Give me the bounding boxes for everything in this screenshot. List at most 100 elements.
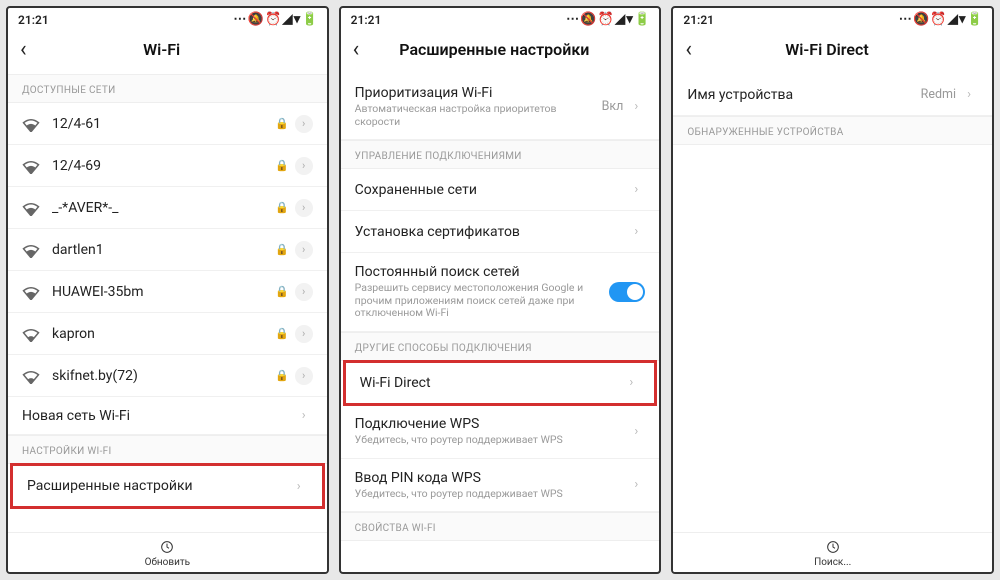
wifi-name: 12/4-61	[52, 116, 275, 132]
row-label: Имя устройства	[687, 87, 920, 103]
lock-icon: 🔒	[275, 327, 289, 340]
content-area: Имя устройства Redmi › ОБНАРУЖЕННЫЕ УСТР…	[673, 74, 992, 532]
wifi-signal-icon	[22, 117, 40, 131]
device-name-value: Redmi	[921, 87, 956, 102]
status-time: 21:21	[351, 13, 382, 27]
footer-label: Обновить	[145, 557, 191, 568]
row-label: Подключение WPS	[355, 416, 628, 432]
status-icons: ⋯ 🔕 ⏰ ◢ ▾ 🔋	[566, 12, 649, 27]
wifi-name: HUAWEI-35bm	[52, 284, 275, 300]
section-wifi-properties: СВОЙСТВА WI-FI	[341, 512, 660, 541]
row-subtitle: Убедитесь, что роутер поддерживает WPS	[355, 434, 628, 447]
wifi-network-row[interactable]: 12/4-61 🔒›	[8, 103, 327, 145]
back-icon[interactable]: ‹	[685, 37, 700, 62]
wifi-network-row[interactable]: kapron 🔒 ›	[8, 313, 327, 355]
row-label: Ввод PIN кода WPS	[355, 470, 628, 486]
status-bar: 21:21 ⋯ 🔕 ⏰ ◢ ▾ 🔋	[341, 8, 660, 29]
chevron-right-icon: ›	[622, 374, 640, 392]
phone-screen-wifi: 21:21 ⋯ 🔕 ⏰ ◢ ▾ 🔋 ‹ Wi-Fi ДОСТУПНЫЕ СЕТИ…	[6, 6, 329, 574]
back-icon[interactable]: ‹	[20, 37, 35, 62]
status-bar: 21:21 ⋯ 🔕 ⏰ ◢ ▾ 🔋	[8, 8, 327, 29]
advanced-settings-row[interactable]: Расширенные настройки ›	[10, 463, 325, 509]
lock-icon: 🔒	[275, 117, 289, 130]
wifi-direct-row[interactable]: Wi-Fi Direct ›	[343, 360, 658, 406]
row-label: Новая сеть Wi-Fi	[22, 408, 295, 424]
saved-networks-row[interactable]: Сохраненные сети ›	[341, 169, 660, 211]
wifi-name: dartlen1	[52, 242, 275, 258]
page-title: Wi-Fi	[35, 40, 289, 59]
back-icon[interactable]: ‹	[353, 37, 368, 62]
section-available-networks: ДОСТУПНЫЕ СЕТИ	[8, 74, 327, 103]
content-area: Приоритизация Wi-Fi Автоматическая настр…	[341, 74, 660, 572]
lock-icon: 🔒	[275, 369, 289, 382]
chevron-right-icon: ›	[295, 199, 313, 217]
section-wifi-settings: НАСТРОЙКИ WI-FI	[8, 435, 327, 464]
row-subtitle: Убедитесь, что роутер поддерживает WPS	[355, 488, 628, 501]
row-label: Расширенные настройки	[27, 478, 290, 494]
wifi-network-row[interactable]: 12/4-69 🔒 ›	[8, 145, 327, 187]
phone-screen-advanced: 21:21 ⋯ 🔕 ⏰ ◢ ▾ 🔋 ‹ Расширенные настройк…	[339, 6, 662, 574]
footer-label: Поиск...	[814, 557, 851, 568]
chevron-right-icon: ›	[295, 407, 313, 425]
lock-icon: 🔒	[275, 159, 289, 172]
row-label: Приоритизация Wi-Fi	[355, 85, 602, 101]
wifi-name: kapron	[52, 326, 275, 342]
chevron-right-icon: ›	[960, 86, 978, 104]
content-area: ДОСТУПНЫЕ СЕТИ 12/4-61 🔒› 12/4-69 🔒› _-*…	[8, 74, 327, 532]
page-title: Wi-Fi Direct	[700, 40, 954, 59]
new-network-row[interactable]: Новая сеть Wi-Fi ›	[8, 397, 327, 435]
footer: Поиск...	[673, 532, 992, 572]
chevron-right-icon: ›	[295, 367, 313, 385]
row-value: Вкл	[602, 99, 624, 114]
wps-pin-row[interactable]: Ввод PIN кода WPS Убедитесь, что роутер …	[341, 459, 660, 513]
wps-connect-row[interactable]: Подключение WPS Убедитесь, что роутер по…	[341, 405, 660, 459]
header: ‹ Wi-Fi	[8, 29, 327, 74]
wifi-network-row[interactable]: _-*AVER*-_ 🔒 ›	[8, 187, 327, 229]
always-scan-row[interactable]: Постоянный поиск сетей Разрешить сервису…	[341, 253, 660, 332]
row-label: Установка сертификатов	[355, 224, 628, 240]
footer: Обновить	[8, 532, 327, 572]
chevron-right-icon: ›	[295, 241, 313, 259]
wifi-signal-icon	[22, 243, 40, 257]
search-button[interactable]: Поиск...	[814, 539, 851, 568]
refresh-icon	[159, 539, 175, 555]
wifi-name: _-*AVER*-_	[52, 200, 275, 216]
lock-icon: 🔒	[275, 243, 289, 256]
refresh-button[interactable]: Обновить	[145, 539, 191, 568]
chevron-right-icon: ›	[627, 422, 645, 440]
wifi-name: skifnet.by(72)	[52, 368, 275, 384]
wifi-name: 12/4-69	[52, 158, 275, 174]
chevron-right-icon: ›	[627, 181, 645, 199]
status-time: 21:21	[18, 13, 49, 27]
row-subtitle: Автоматическая настройка приоритетов ско…	[355, 103, 602, 128]
wifi-network-row[interactable]: skifnet.by(72) 🔒 ›	[8, 355, 327, 397]
row-label: Постоянный поиск сетей	[355, 264, 610, 280]
chevron-right-icon: ›	[627, 98, 645, 116]
chevron-right-icon: ›	[295, 157, 313, 175]
chevron-right-icon: ›	[295, 325, 313, 343]
status-icons: ⋯ 🔕 ⏰ ◢ ▾ 🔋	[899, 12, 982, 27]
device-name-row[interactable]: Имя устройства Redmi ›	[673, 74, 992, 116]
status-time: 21:21	[683, 13, 714, 27]
lock-icon: 🔒	[275, 285, 289, 298]
phone-screen-wifi-direct: 21:21 ⋯ 🔕 ⏰ ◢ ▾ 🔋 ‹ Wi-Fi Direct Имя уст…	[671, 6, 994, 574]
wifi-signal-icon	[22, 159, 40, 173]
chevron-right-icon: ›	[627, 476, 645, 494]
wifi-priority-row[interactable]: Приоритизация Wi-Fi Автоматическая настр…	[341, 74, 660, 140]
always-scan-toggle[interactable]	[609, 282, 645, 302]
row-label: Сохраненные сети	[355, 182, 628, 198]
section-discovered-devices: ОБНАРУЖЕННЫЕ УСТРОЙСТВА	[673, 116, 992, 145]
wifi-signal-icon	[22, 201, 40, 215]
chevron-right-icon: ›	[290, 477, 308, 495]
lock-icon: 🔒	[275, 201, 289, 214]
install-certs-row[interactable]: Установка сертификатов ›	[341, 211, 660, 253]
row-subtitle: Разрешить сервису местоположения Google …	[355, 282, 610, 320]
wifi-signal-icon	[22, 327, 40, 341]
header: ‹ Wi-Fi Direct	[673, 29, 992, 74]
wifi-network-row[interactable]: dartlen1 🔒 ›	[8, 229, 327, 271]
wifi-signal-icon	[22, 285, 40, 299]
wifi-network-row[interactable]: HUAWEI-35bm 🔒›	[8, 271, 327, 313]
status-icons: ⋯ 🔕 ⏰ ◢ ▾ 🔋	[233, 12, 316, 27]
page-title: Расширенные настройки	[367, 40, 621, 59]
section-other-methods: ДРУГИЕ СПОСОБЫ ПОДКЛЮЧЕНИЯ	[341, 332, 660, 361]
